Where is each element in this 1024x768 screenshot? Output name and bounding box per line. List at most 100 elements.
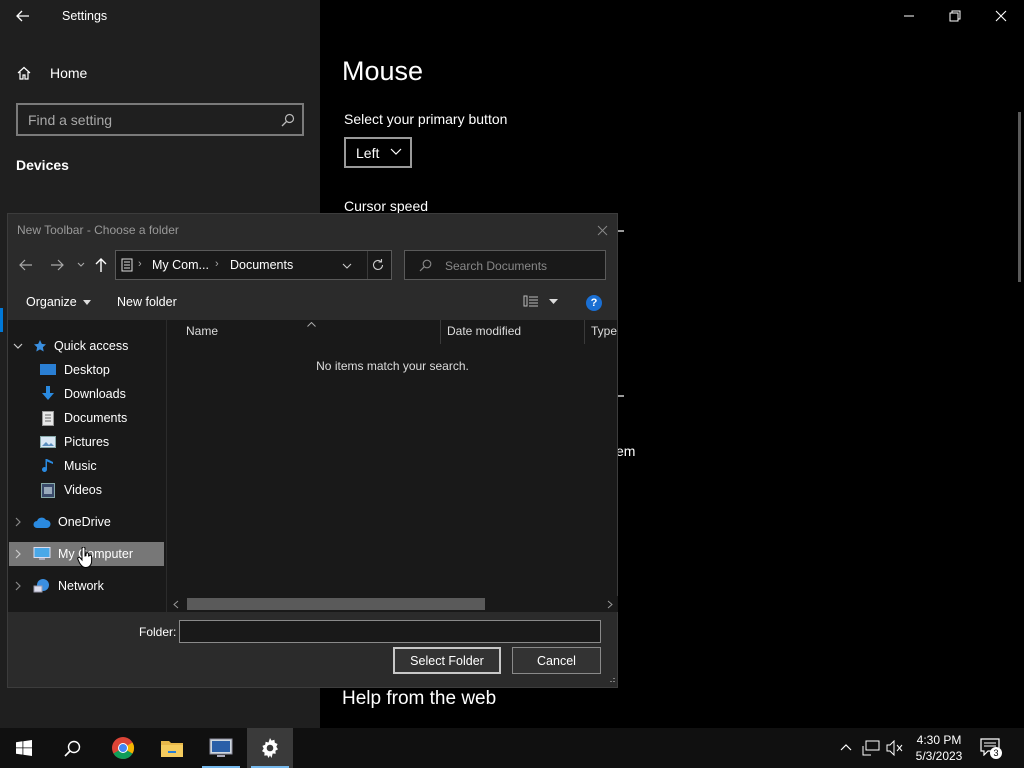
back-arrow-icon [19, 259, 32, 271]
scrollbar-thumb[interactable] [187, 598, 485, 610]
tree-item-pictures[interactable]: Pictures [39, 430, 190, 454]
network-status-icon[interactable] [862, 740, 880, 756]
dialog-search-box[interactable]: Search Documents [404, 250, 606, 280]
music-note-icon [42, 459, 53, 472]
back-nav-button[interactable] [18, 257, 34, 273]
new-folder-button[interactable]: New folder [117, 295, 177, 309]
selected-nav-indicator [0, 308, 3, 332]
chevron-down-icon [390, 148, 402, 155]
scroll-left-icon [173, 600, 179, 609]
cursor-speed-label: Cursor speed [344, 198, 429, 214]
tree-onedrive[interactable]: OneDrive [13, 510, 111, 534]
file-list-pane: Name Date modified Type No items match y… [166, 320, 618, 612]
help-heading: Help from the web [342, 688, 497, 709]
close-button[interactable] [978, 0, 1024, 32]
taskbar-remote-app[interactable] [198, 728, 244, 768]
section-heading: Devices [16, 157, 69, 173]
up-button[interactable] [94, 257, 108, 273]
tree-item-videos[interactable]: Videos [39, 478, 102, 502]
close-icon [995, 10, 1007, 22]
tree-label: Desktop [64, 363, 110, 377]
search-icon [281, 113, 295, 127]
scroll-right-icon [607, 600, 613, 609]
clock-date: 5/3/2023 [915, 749, 963, 763]
dialog-titlebar: New Toolbar - Choose a folder [8, 214, 617, 246]
recent-locations-button[interactable] [76, 260, 86, 270]
search-icon [63, 740, 80, 757]
back-arrow-icon [16, 10, 29, 22]
taskbar-search-button[interactable] [49, 728, 95, 768]
tree-label: Downloads [64, 387, 126, 401]
up-arrow-icon [95, 258, 107, 272]
expand-chevron-icon [15, 581, 21, 591]
forward-arrow-icon [51, 259, 64, 271]
refresh-icon [372, 259, 384, 270]
document-icon [42, 410, 54, 426]
help-button[interactable]: ? [586, 295, 602, 311]
dialog-close-button[interactable] [592, 220, 612, 240]
folder-icon [161, 741, 183, 757]
column-header-type[interactable]: Type [591, 324, 617, 338]
cloud-icon [33, 517, 51, 528]
forward-nav-button[interactable] [49, 257, 65, 273]
scrollbar[interactable] [1018, 112, 1021, 282]
download-arrow-icon [42, 386, 54, 400]
view-options-button[interactable] [523, 295, 558, 307]
select-folder-button[interactable]: Select Folder [393, 647, 501, 674]
search-placeholder: Search Documents [445, 259, 548, 273]
expand-chevron-icon [15, 517, 21, 527]
show-hidden-icons-icon[interactable] [840, 743, 852, 751]
dropdown-caret-icon [82, 299, 91, 305]
tree-label: Videos [64, 483, 102, 497]
tree-item-documents[interactable]: Documents [39, 406, 190, 430]
breadcrumb-my-computer[interactable]: My Com... [152, 258, 209, 272]
sort-ascending-icon [307, 322, 316, 327]
volume-muted-icon[interactable] [886, 740, 904, 756]
gear-icon [262, 738, 278, 758]
chevron-down-icon [342, 263, 352, 269]
taskbar-file-explorer[interactable] [149, 728, 195, 768]
cancel-button[interactable]: Cancel [512, 647, 601, 674]
tree-label: Quick access [54, 339, 129, 353]
primary-button-label: Select your primary button [344, 111, 508, 127]
tree-quick-access[interactable]: Quick access [13, 334, 128, 358]
primary-button-select[interactable]: Left [344, 137, 412, 168]
settings-search-input[interactable] [18, 105, 268, 134]
address-bar[interactable]: › My Com... › Documents [115, 250, 392, 280]
column-header-date[interactable]: Date modified [447, 324, 521, 338]
tree-network[interactable]: Network [13, 574, 104, 598]
pictures-icon [40, 436, 56, 448]
folder-label: Folder: [139, 625, 177, 639]
back-button[interactable] [0, 0, 46, 32]
organize-button[interactable]: Organize [26, 295, 91, 309]
taskbar-chrome[interactable] [100, 728, 146, 768]
tree-label: Pictures [64, 435, 110, 449]
horizontal-scrollbar[interactable] [167, 596, 618, 612]
tree-my-computer[interactable]: My Computer [13, 542, 133, 566]
close-icon [597, 225, 607, 235]
choose-folder-dialog: New Toolbar - Choose a folder › My Com..… [7, 213, 618, 688]
remote-desktop-icon [209, 738, 233, 757]
column-header-name[interactable]: Name [186, 324, 218, 338]
search-icon [419, 259, 432, 272]
start-button[interactable] [0, 728, 48, 768]
action-center-button[interactable]: 3 [980, 738, 1002, 759]
tree-label: My Computer [58, 547, 134, 561]
tree-item-music[interactable]: Music [39, 454, 97, 478]
clock[interactable]: 4:30 PM 5/3/2023 [912, 732, 966, 764]
window-title: Settings [62, 9, 108, 23]
restore-button[interactable] [932, 0, 978, 32]
taskbar-settings[interactable] [247, 728, 293, 768]
breadcrumb-separator: › [215, 258, 219, 270]
page-title: Mouse [342, 56, 424, 86]
breadcrumb-documents[interactable]: Documents [230, 258, 293, 272]
minimize-button[interactable] [886, 0, 932, 32]
resize-grip-icon [610, 678, 615, 682]
nav-home[interactable]: Home [16, 60, 306, 86]
chevron-down-icon [77, 262, 85, 267]
tree-item-desktop[interactable]: Desktop [39, 358, 190, 382]
tree-item-downloads[interactable]: Downloads [39, 382, 190, 406]
dropdown-caret-icon [549, 298, 558, 304]
folder-input[interactable] [179, 620, 601, 643]
settings-search-box[interactable] [16, 103, 304, 136]
